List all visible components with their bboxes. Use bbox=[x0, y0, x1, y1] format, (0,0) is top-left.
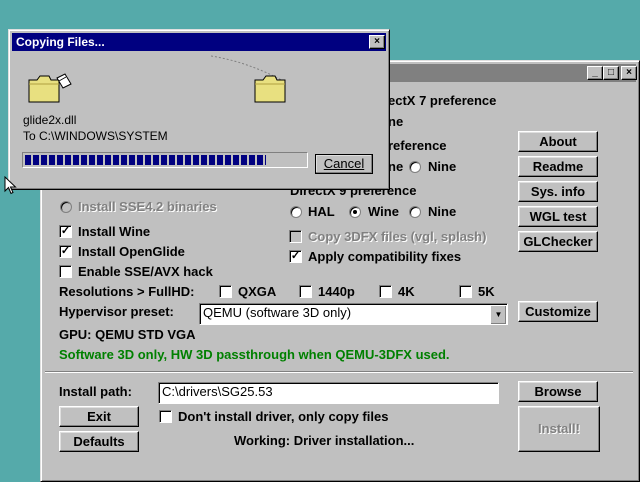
partial-label: ne bbox=[388, 114, 404, 129]
defaults-button[interactable]: Defaults bbox=[59, 431, 139, 452]
section-divider bbox=[45, 371, 633, 373]
customize-button[interactable]: Customize bbox=[518, 301, 598, 322]
partial-reference-label: reference bbox=[388, 138, 447, 153]
dx7-nine-radio[interactable] bbox=[409, 161, 421, 173]
install-sse42-label: Install SSE4.2 binaries bbox=[78, 199, 217, 214]
res-qxga-checkbox[interactable] bbox=[219, 285, 232, 298]
dx9-wine-label: Wine bbox=[368, 204, 399, 219]
apply-compat-checkbox[interactable]: ✓ bbox=[289, 250, 302, 263]
dx7-nine-label: Nine bbox=[428, 159, 457, 174]
res-5k-checkbox[interactable] bbox=[459, 285, 472, 298]
chevron-down-icon[interactable]: ▼ bbox=[490, 305, 506, 324]
install-path-input[interactable]: C:\drivers\SG25.53 bbox=[158, 382, 499, 404]
copy-progress-fill bbox=[25, 155, 266, 165]
res-4k-label: 4K bbox=[398, 284, 415, 299]
hypervisor-select-value: QEMU (software 3D only) bbox=[203, 305, 352, 320]
mouse-pointer-icon bbox=[4, 176, 17, 195]
copy-3dfx-checkbox bbox=[289, 230, 302, 243]
apply-compat-label: Apply compatibility fixes bbox=[308, 249, 462, 264]
res-4k-checkbox[interactable] bbox=[379, 285, 392, 298]
dont-install-label: Don't install driver, only copy files bbox=[178, 409, 389, 424]
install-button: Install! bbox=[518, 406, 600, 452]
copy-dialog-title: Copying Files... bbox=[16, 35, 105, 49]
minimize-button[interactable]: _ bbox=[587, 66, 603, 80]
dont-install-checkbox[interactable] bbox=[159, 410, 172, 423]
glchecker-button[interactable]: GLChecker bbox=[518, 231, 598, 252]
dx9-hal-label: HAL bbox=[308, 204, 335, 219]
dx9-nine-radio[interactable] bbox=[409, 206, 421, 218]
sysinfo-button[interactable]: Sys. info bbox=[518, 181, 598, 202]
copy-progress-bar bbox=[22, 152, 308, 168]
exit-button[interactable]: Exit bbox=[59, 406, 139, 427]
res-1440p-checkbox[interactable] bbox=[299, 285, 312, 298]
gpu-label: GPU: QEMU STD VGA bbox=[59, 327, 196, 342]
close-button[interactable]: × bbox=[621, 66, 637, 80]
copy-filename: glide2x.dll bbox=[23, 113, 77, 127]
sse42-radio bbox=[60, 201, 72, 213]
readme-button[interactable]: Readme bbox=[518, 156, 598, 177]
copy-3dfx-label: Copy 3DFX files (vgl, splash) bbox=[308, 229, 487, 244]
install-openglide-label: Install OpenGlide bbox=[78, 244, 185, 259]
maximize-button[interactable]: □ bbox=[603, 66, 619, 80]
cancel-button[interactable]: Cancel bbox=[315, 154, 373, 174]
copy-destination: To C:\WINDOWS\SYSTEM bbox=[23, 129, 168, 143]
dx9-hal-radio[interactable] bbox=[290, 206, 302, 218]
copy-dialog-titlebar: Copying Files... bbox=[12, 33, 386, 51]
directx7-preference-label: ectX 7 preference bbox=[388, 93, 497, 108]
res-5k-label: 5K bbox=[478, 284, 495, 299]
source-folder-icon bbox=[28, 73, 72, 103]
dx9-nine-label: Nine bbox=[428, 204, 457, 219]
about-button[interactable]: About bbox=[518, 131, 598, 152]
destination-folder-icon bbox=[254, 75, 286, 103]
dx9-wine-radio[interactable] bbox=[349, 206, 361, 218]
wgltest-button[interactable]: WGL test bbox=[518, 206, 598, 227]
sw3d-note: Software 3D only, HW 3D passthrough when… bbox=[59, 347, 450, 362]
dx7-wine-partial-label: ne bbox=[388, 159, 404, 174]
res-1440p-label: 1440p bbox=[318, 284, 355, 299]
install-wine-label: Install Wine bbox=[78, 224, 151, 239]
copy-dialog-close-button[interactable]: × bbox=[369, 35, 385, 49]
install-openglide-checkbox[interactable]: ✓ bbox=[59, 245, 72, 258]
browse-button[interactable]: Browse bbox=[518, 381, 598, 402]
res-qxga-label: QXGA bbox=[238, 284, 277, 299]
copy-dialog: Copying Files... × glide2x.dll To C:\WIN… bbox=[8, 29, 390, 190]
enable-sse-avx-label: Enable SSE/AVX hack bbox=[78, 264, 213, 279]
status-text: Working: Driver installation... bbox=[234, 433, 415, 448]
hypervisor-select[interactable]: QEMU (software 3D only) ▼ bbox=[199, 303, 508, 325]
hypervisor-label: Hypervisor preset: bbox=[59, 304, 174, 319]
install-path-label: Install path: bbox=[59, 384, 132, 399]
resolutions-label: Resolutions > FullHD: bbox=[59, 284, 195, 299]
enable-sse-avx-checkbox[interactable] bbox=[59, 265, 72, 278]
install-wine-checkbox[interactable]: ✓ bbox=[59, 225, 72, 238]
